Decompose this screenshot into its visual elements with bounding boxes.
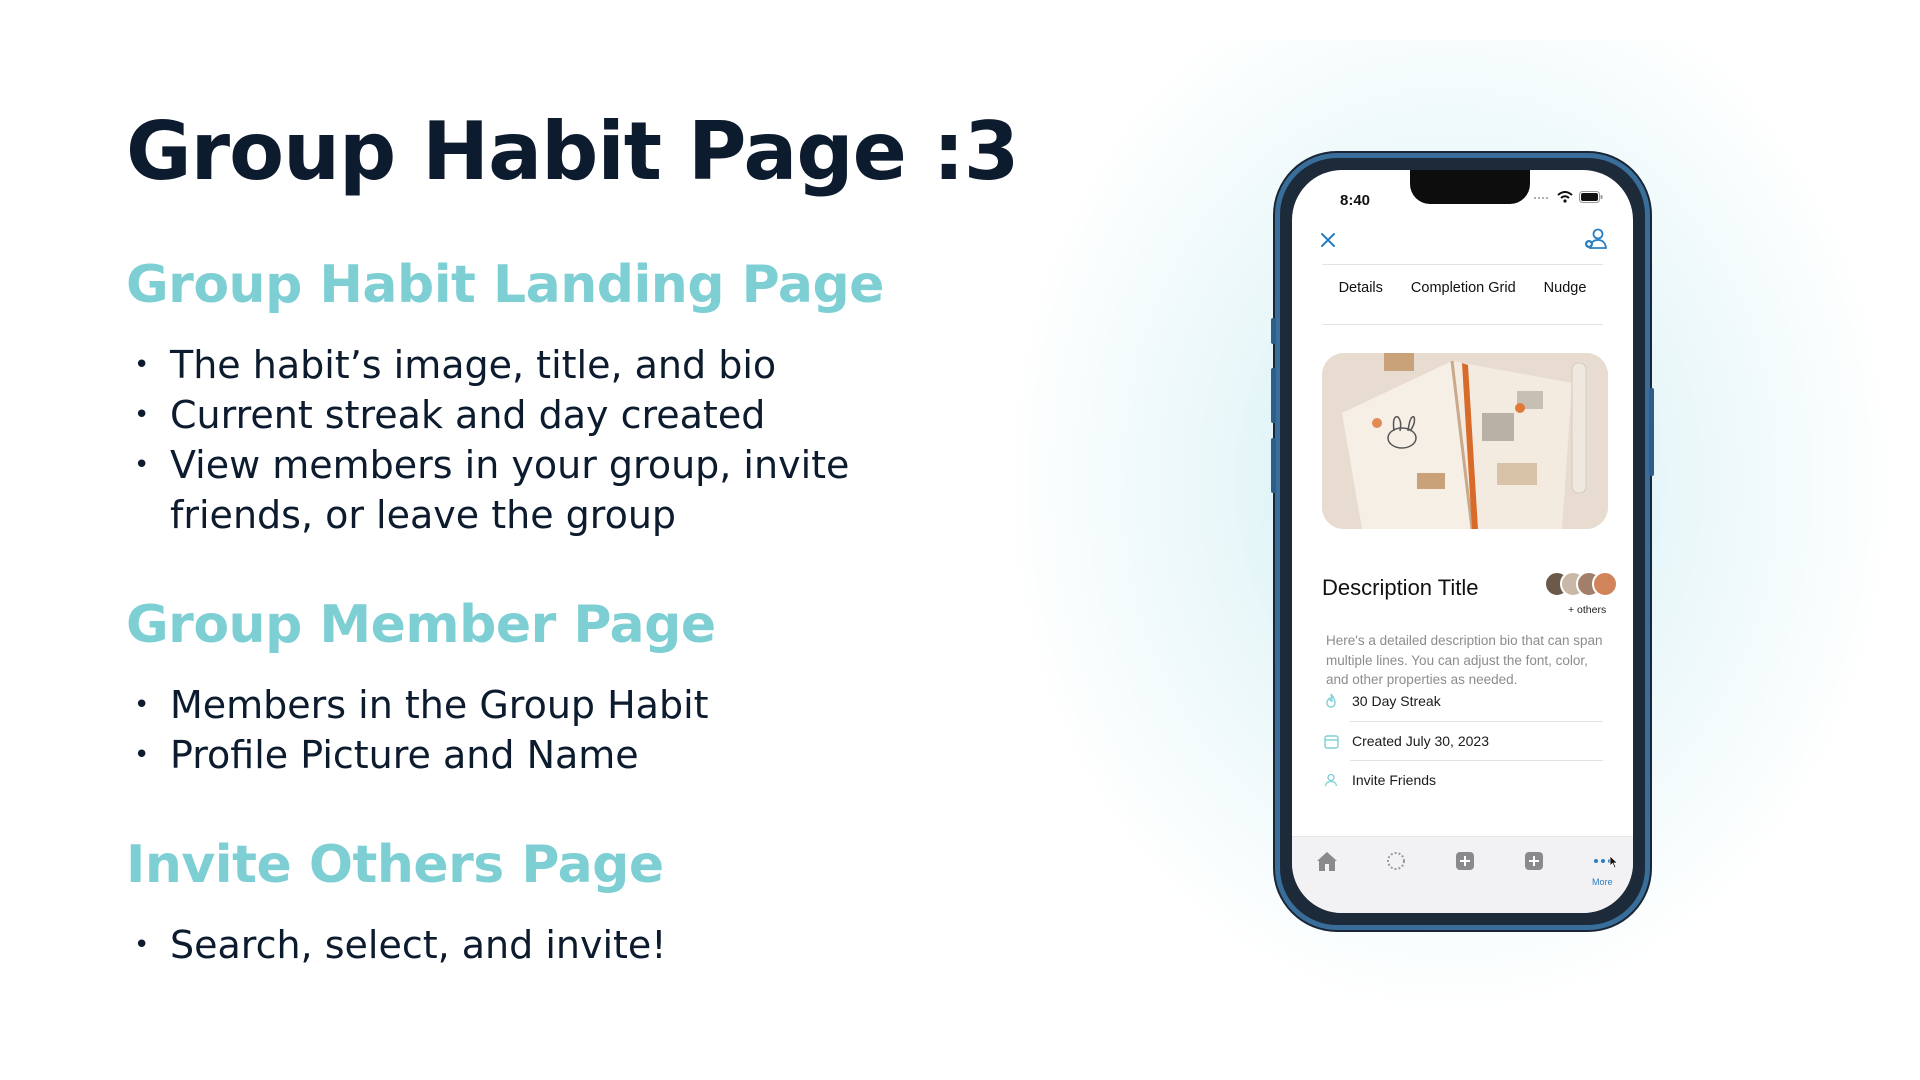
streak-label: 30 Day Streak [1352,693,1441,709]
habit-bio: Here's a detailed description bio that c… [1326,633,1603,687]
habit-image [1322,353,1608,529]
bullet-item: Members in the Group Habit [132,680,962,730]
person-icon [1322,771,1340,789]
battery-icon [1579,191,1603,203]
flame-icon [1322,692,1340,710]
power-button [1649,388,1654,476]
phone-screen: 8:40 Details Completion Grid Nudge Descr… [1292,170,1633,913]
mute-switch [1271,318,1276,344]
wifi-icon [1557,191,1573,203]
status-time: 8:40 [1340,192,1371,209]
plus-square-icon[interactable] [1451,847,1479,875]
bullet-item: The habit’s image, title, and bio [132,340,962,390]
tabs-divider [1322,324,1603,325]
created-label: Created July 30, 2023 [1352,733,1489,749]
tab-nudge[interactable]: Nudge [1544,280,1587,296]
bullet-item: Current streak and day created [132,390,962,440]
section-heading-landing: Group Habit Landing Page [126,255,884,315]
signal-icon [1533,196,1549,200]
volume-down-button [1271,438,1276,493]
bullet-item: View members in your group, invite frien… [132,440,962,540]
plus-square-icon[interactable] [1520,847,1548,875]
bottom-tab-bar: More [1292,836,1633,913]
more-label[interactable]: More [1592,877,1613,887]
streak-row: 30 Day Streak [1322,682,1608,720]
progress-icon[interactable] [1382,847,1410,875]
cursor-icon [1609,855,1619,869]
tab-details[interactable]: Details [1339,280,1383,296]
slide-title: Group Habit Page :3 [126,105,1019,198]
member-avatars[interactable] [1544,571,1626,599]
bullet-list-landing: The habit’s image, title, and bio Curren… [132,340,962,540]
others-caption: + others [1568,604,1607,616]
tab-completion-grid[interactable]: Completion Grid [1411,280,1516,296]
notch [1410,170,1530,204]
invite-friends-label: Invite Friends [1352,772,1437,788]
description-title: Description Title [1322,575,1479,600]
calendar-icon [1322,732,1340,750]
header-divider [1322,264,1603,265]
journal-illustration [1322,353,1608,529]
close-icon[interactable] [1316,228,1340,252]
bullet-list-member: Members in the Group Habit Profile Pictu… [132,680,962,780]
status-icons [1533,191,1603,203]
bullet-list-invite: Search, select, and invite! [132,920,962,970]
volume-up-button [1271,368,1276,423]
bullet-item: Profile Picture and Name [132,730,962,780]
avatar [1592,571,1618,597]
segment-tabs: Details Completion Grid Nudge [1292,280,1633,296]
created-row: Created July 30, 2023 [1322,722,1608,760]
section-heading-invite: Invite Others Page [126,835,664,895]
home-icon[interactable] [1313,847,1341,875]
invite-friends-row[interactable]: Invite Friends [1322,761,1608,799]
bullet-item: Search, select, and invite! [132,920,962,970]
section-heading-member: Group Member Page [126,595,716,655]
phone-mockup: 8:40 Details Completion Grid Nudge Descr… [1271,153,1654,930]
add-member-icon[interactable] [1583,226,1609,252]
